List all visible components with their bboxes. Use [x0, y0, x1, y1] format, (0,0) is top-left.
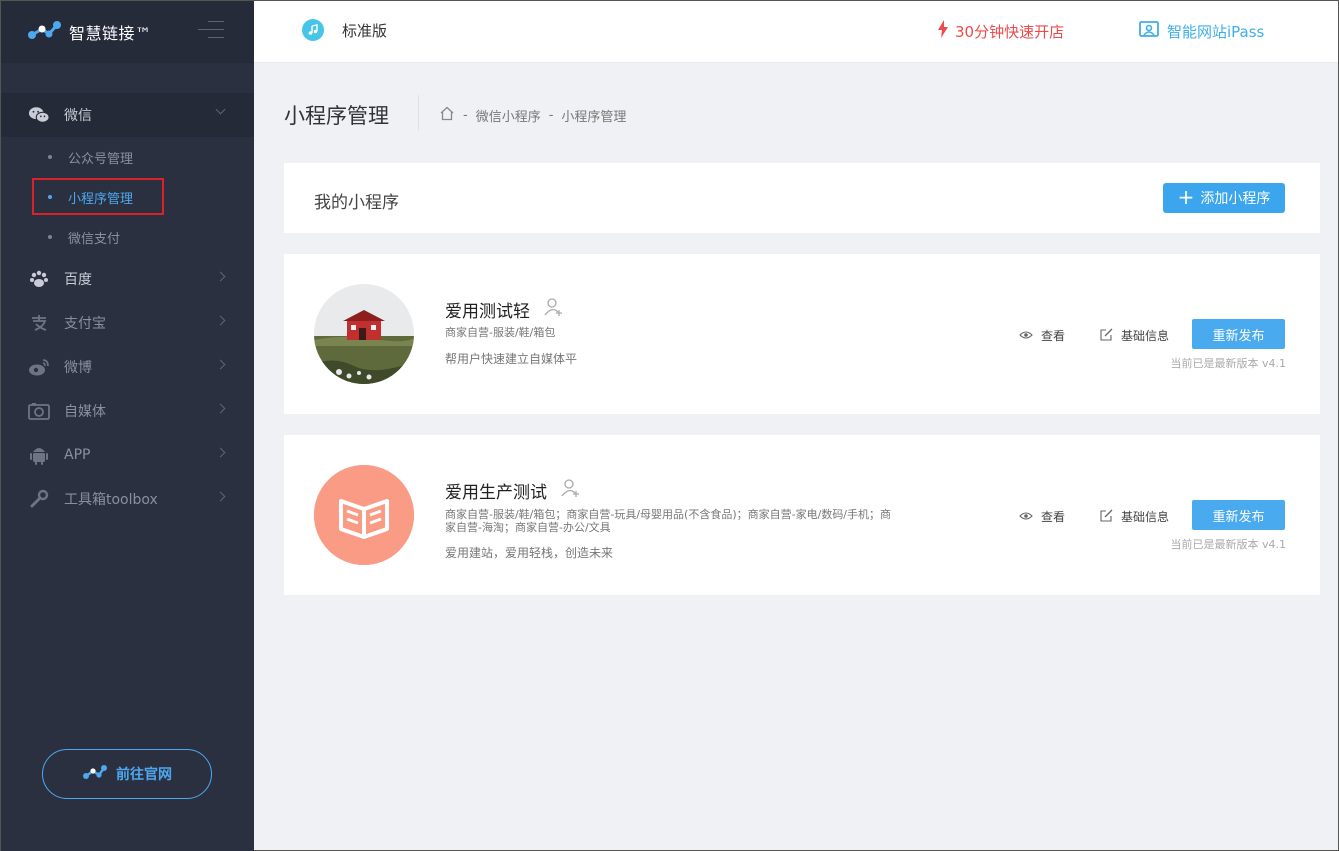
top-bar: 标准版 30分钟快速开店 智能网站iPass	[254, 1, 1338, 63]
sidebar-item-wechat[interactable]: 微信	[1, 93, 254, 137]
sidebar: 智慧链接™ 微信 公众号管理 小程序管理 微信支付 百度 支付宝 微博 自媒体 …	[1, 1, 254, 851]
divider	[418, 95, 419, 131]
go-official-site-label: 前往官网	[116, 767, 172, 783]
edit-icon	[1100, 509, 1113, 525]
mini-program-avatar	[314, 284, 414, 384]
edit-icon	[1100, 328, 1113, 344]
alipay-icon	[28, 312, 50, 334]
basic-info-button[interactable]: 基础信息	[1100, 508, 1169, 525]
music-note-icon	[302, 19, 324, 41]
brand-logo-icon[interactable]	[27, 20, 61, 44]
ipass-label: 智能网站iPass	[1167, 22, 1265, 41]
add-user-icon[interactable]	[561, 478, 581, 503]
wrench-icon	[28, 488, 50, 510]
mini-program-card: 爱用测试轻 商家自营-服装/鞋/箱包 帮用户快速建立自媒体平 查看 基础信息 重…	[284, 254, 1320, 414]
chevron-right-icon	[215, 491, 226, 502]
sidebar-item-baidu[interactable]: 百度	[1, 257, 254, 301]
view-button[interactable]: 查看	[1019, 327, 1065, 344]
breadcrumb-item[interactable]: 微信小程序	[476, 106, 541, 125]
sidebar-item-self-media[interactable]: 自媒体	[1, 389, 254, 433]
sidebar-item-label: 工具箱toolbox	[64, 492, 158, 508]
version-status: 当前已是最新版本 v4.1	[1170, 357, 1287, 370]
mini-program-category: 商家自营-服装/鞋/箱包；商家自营-玩具/母婴用品(不含食品)；商家自营-家电/…	[445, 508, 892, 534]
mini-program-description: 帮用户快速建立自媒体平	[445, 352, 578, 366]
breadcrumb: - 微信小程序 - 小程序管理	[439, 106, 626, 125]
mini-program-name-row: 爱用生产测试	[445, 478, 581, 503]
mini-program-category: 商家自营-服装/鞋/箱包	[445, 326, 556, 339]
add-mini-program-label: 添加小程序	[1200, 191, 1271, 207]
logo-bar: 智慧链接™	[1, 1, 254, 63]
page-title: 小程序管理	[284, 104, 389, 128]
go-official-site-button[interactable]: 前往官网	[42, 749, 212, 799]
weibo-icon	[28, 356, 50, 378]
chevron-right-icon	[215, 359, 226, 370]
sidebar-item-app[interactable]: APP	[1, 433, 254, 477]
sidebar-item-weibo[interactable]: 微博	[1, 345, 254, 389]
lightning-icon	[937, 20, 949, 42]
sidebar-item-alipay[interactable]: 支付宝	[1, 301, 254, 345]
mini-program-card: 爱用生产测试 商家自营-服装/鞋/箱包；商家自营-玩具/母婴用品(不含食品)；商…	[284, 435, 1320, 595]
mini-program-name-row: 爱用测试轻	[445, 297, 564, 322]
paw-icon	[28, 268, 50, 290]
eye-icon	[1019, 329, 1033, 343]
eye-icon	[1019, 510, 1033, 524]
sidebar-subitem-label: 公众号管理	[68, 151, 134, 167]
basic-info-button[interactable]: 基础信息	[1100, 327, 1169, 344]
chevron-right-icon	[215, 403, 226, 414]
sidebar-item-label: 微博	[64, 360, 92, 376]
sidebar-item-label: APP	[64, 447, 91, 463]
sidebar-item-label: 百度	[64, 272, 92, 288]
edition-label: 标准版	[342, 21, 388, 40]
version-status: 当前已是最新版本 v4.1	[1170, 538, 1287, 551]
sidebar-item-label: 自媒体	[64, 404, 106, 420]
plus-icon: +	[1177, 185, 1195, 209]
menu-toggle-icon[interactable]	[198, 21, 224, 41]
wechat-icon	[28, 104, 50, 126]
chevron-right-icon	[215, 271, 226, 282]
mini-program-avatar	[314, 465, 414, 565]
mini-program-name: 爱用测试轻	[445, 302, 530, 322]
view-button[interactable]: 查看	[1019, 508, 1065, 525]
portrait-icon	[1139, 20, 1159, 42]
basic-info-label: 基础信息	[1121, 510, 1170, 524]
breadcrumb-separator: -	[548, 108, 554, 123]
sidebar-item-toolbox[interactable]: 工具箱toolbox	[1, 477, 254, 521]
republish-button[interactable]: 重新发布	[1192, 500, 1285, 530]
panel-title: 我的小程序	[314, 193, 399, 213]
mini-program-description: 爱用建站，爱用轻栈，创造未来	[445, 546, 614, 560]
chevron-right-icon	[215, 447, 226, 458]
sidebar-item-label: 微信	[64, 108, 92, 124]
active-item-highlight	[32, 178, 164, 215]
breadcrumb-item: 小程序管理	[561, 110, 627, 125]
sidebar-subitem-label: 微信支付	[68, 231, 121, 247]
sidebar-item-label: 支付宝	[64, 316, 106, 332]
home-icon[interactable]	[439, 106, 455, 125]
add-mini-program-button[interactable]: + 添加小程序	[1163, 183, 1285, 213]
quick-open-store-link[interactable]: 30分钟快速开店	[937, 20, 1064, 42]
edition-indicator[interactable]: 标准版	[302, 19, 387, 41]
view-label: 查看	[1041, 510, 1066, 524]
sidebar-subitem-wechat-pay[interactable]: 微信支付	[1, 217, 254, 257]
camera-icon	[28, 400, 50, 422]
android-icon	[28, 444, 50, 466]
basic-info-label: 基础信息	[1121, 329, 1170, 343]
brand-name[interactable]: 智慧链接™	[69, 20, 152, 44]
sidebar-subitem-official-account[interactable]: 公众号管理	[1, 137, 254, 177]
sidebar-nav: 微信 公众号管理 小程序管理 微信支付 百度 支付宝 微博 自媒体 APP 工具…	[1, 93, 254, 521]
quick-open-store-label: 30分钟快速开店	[955, 22, 1065, 41]
bullet-icon	[48, 155, 52, 159]
mini-program-name: 爱用生产测试	[445, 483, 547, 503]
view-label: 查看	[1041, 329, 1066, 343]
breadcrumb-separator: -	[463, 108, 468, 123]
ipass-link[interactable]: 智能网站iPass	[1139, 20, 1264, 42]
chevron-right-icon	[215, 315, 226, 326]
republish-button[interactable]: 重新发布	[1192, 319, 1285, 349]
brand-logo-icon	[82, 764, 108, 784]
bullet-icon	[48, 235, 52, 239]
chevron-down-icon	[215, 104, 226, 115]
add-user-icon[interactable]	[544, 297, 564, 322]
my-mini-programs-header: 我的小程序 + 添加小程序	[284, 163, 1320, 233]
